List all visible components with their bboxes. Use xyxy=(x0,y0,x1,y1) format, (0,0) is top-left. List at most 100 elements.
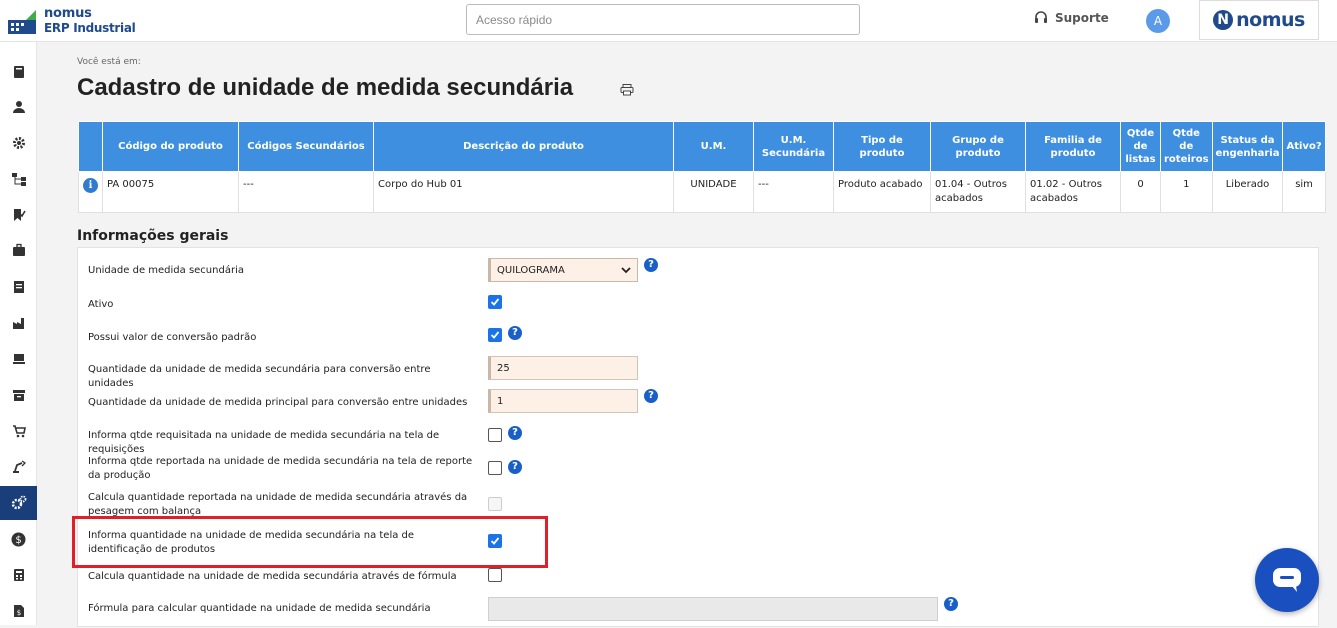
qtd-pri-label: Quantidade da unidade de medida principa… xyxy=(88,397,468,408)
sidebar-item-calculator[interactable] xyxy=(0,558,37,592)
bookmark-check-icon xyxy=(13,209,26,221)
col-header[interactable]: Ativo? xyxy=(1282,121,1326,172)
qtd-sec-label: Quantidade da unidade de medida secundár… xyxy=(88,364,431,389)
row-info-cell[interactable]: i xyxy=(78,171,103,213)
svg-text:$: $ xyxy=(16,609,20,617)
cell-code: PA 00075 xyxy=(102,171,239,213)
sidebar-item-finance[interactable]: $ xyxy=(0,522,37,556)
sidebar: $ $ xyxy=(0,42,37,625)
bal-checkbox[interactable] xyxy=(488,497,502,511)
help-icon[interactable]: ? xyxy=(944,597,958,611)
settings-active-icon xyxy=(11,495,26,510)
factory-icon xyxy=(12,318,24,329)
table-row: i PA 00075 --- Corpo do Hub 01 UNIDADE -… xyxy=(78,171,1326,213)
rep-checkbox[interactable] xyxy=(488,461,502,475)
sidebar-item-active[interactable] xyxy=(0,486,37,520)
col-header[interactable]: Códigos Secundários xyxy=(238,121,374,172)
user-icon xyxy=(12,101,25,113)
nomus-logo[interactable]: nomus ERP Industrial xyxy=(6,4,136,38)
unit-select-value: QUILOGRAMA xyxy=(497,264,565,276)
help-icon[interactable]: ? xyxy=(508,426,522,440)
sidebar-item-bookmark[interactable] xyxy=(0,198,37,232)
bal-control xyxy=(488,497,502,511)
qtd-sec-input[interactable]: 25 xyxy=(488,356,638,380)
possui-control: ? xyxy=(488,326,522,342)
sidebar-item-archive[interactable] xyxy=(0,378,37,412)
col-header[interactable]: Grupo de produto xyxy=(930,121,1026,172)
logo-text: nomus xyxy=(44,6,92,21)
help-icon[interactable]: ? xyxy=(508,326,522,340)
sidebar-item-invoice[interactable]: $ xyxy=(0,594,37,628)
formula-input[interactable] xyxy=(488,597,938,621)
ativo-checkbox[interactable] xyxy=(488,295,502,309)
sidebar-item-settings[interactable] xyxy=(0,126,37,160)
info-icon[interactable]: i xyxy=(83,178,98,193)
table-header-row: Código do produto Códigos Secundários De… xyxy=(78,121,1326,172)
document-dollar-icon: $ xyxy=(13,605,24,617)
sidebar-item-flow[interactable] xyxy=(0,162,37,196)
col-header[interactable]: U.M. xyxy=(673,121,754,172)
quick-access-input[interactable] xyxy=(466,4,860,35)
flow-icon xyxy=(11,173,26,186)
chat-button[interactable] xyxy=(1255,548,1319,612)
logo-subtitle: ERP Industrial xyxy=(44,21,136,35)
briefcase-icon xyxy=(12,243,25,256)
req-checkbox[interactable] xyxy=(488,428,502,442)
sidebar-item-factory[interactable] xyxy=(0,306,37,340)
unit-select[interactable]: QUILOGRAMA xyxy=(488,258,638,282)
col-header[interactable]: Tipo de produto xyxy=(833,121,931,172)
col-header[interactable]: Descrição do produto xyxy=(373,121,674,172)
col-header[interactable]: Código do produto xyxy=(102,121,239,172)
bal-label: Calcula quantidade reportada na unidade … xyxy=(88,492,468,517)
col-header[interactable]: Qtde de roteiros xyxy=(1160,121,1213,172)
ativo-label: Ativo xyxy=(88,299,114,310)
col-header[interactable]: Status da engenharia xyxy=(1211,121,1284,172)
formula-control: ? xyxy=(488,597,958,621)
sidebar-item-cart[interactable] xyxy=(0,414,37,448)
ativo-control xyxy=(488,295,502,309)
help-icon[interactable]: ? xyxy=(644,258,658,272)
chat-icon xyxy=(1273,568,1301,592)
robot-arm-icon xyxy=(12,460,26,473)
cell-active: sim xyxy=(1282,171,1326,213)
col-header[interactable]: Qtde de listas xyxy=(1120,121,1161,172)
col-header[interactable]: U.M. Secundária xyxy=(753,121,834,172)
sidebar-item-briefcase[interactable] xyxy=(0,233,37,267)
sidebar-item-user[interactable] xyxy=(0,90,37,124)
possui-checkbox[interactable] xyxy=(488,328,502,342)
sidebar-item-book[interactable] xyxy=(0,55,37,89)
archive-icon xyxy=(12,390,25,401)
brand-n-icon: N xyxy=(1213,10,1234,30)
cell-description: Corpo do Hub 01 xyxy=(373,171,674,213)
check-icon xyxy=(490,298,500,306)
cell-um: UNIDADE xyxy=(673,171,754,213)
sidebar-item-report[interactable] xyxy=(0,270,37,304)
unit-control: QUILOGRAMA ? xyxy=(488,258,658,282)
rep-control: ? xyxy=(488,460,522,475)
form-calc-checkbox[interactable] xyxy=(488,568,502,582)
sidebar-item-robot[interactable] xyxy=(0,450,37,484)
brand-logo: N nomus xyxy=(1199,0,1319,40)
sidebar-item-pallet[interactable] xyxy=(0,342,37,376)
chevron-down-icon xyxy=(621,266,631,273)
svg-text:$: $ xyxy=(15,535,21,546)
cell-product-family: 01.02 - Outros acabados xyxy=(1025,171,1121,213)
print-icon[interactable] xyxy=(620,84,634,96)
help-icon[interactable]: ? xyxy=(508,460,522,474)
rep-label: Informa qtde reportada na unidade de med… xyxy=(88,456,473,481)
highlight-box xyxy=(72,516,548,568)
book-icon xyxy=(13,66,24,78)
cell-um-secondary: --- xyxy=(753,171,834,213)
cell-routes: 1 xyxy=(1160,171,1213,213)
qtd-pri-input[interactable]: 1 xyxy=(488,389,638,413)
avatar[interactable]: A xyxy=(1146,9,1170,33)
support-button[interactable]: Suporte xyxy=(1034,11,1109,25)
form-calc-control xyxy=(488,568,502,582)
formula-label: Fórmula para calcular quantidade na unid… xyxy=(88,603,431,614)
calculator-icon xyxy=(13,569,24,581)
page-title: Cadastro de unidade de medida secundária xyxy=(77,74,574,101)
req-control: ? xyxy=(488,426,522,442)
help-icon[interactable]: ? xyxy=(644,389,658,403)
col-header[interactable]: Familia de produto xyxy=(1025,121,1121,172)
check-icon xyxy=(490,331,500,339)
